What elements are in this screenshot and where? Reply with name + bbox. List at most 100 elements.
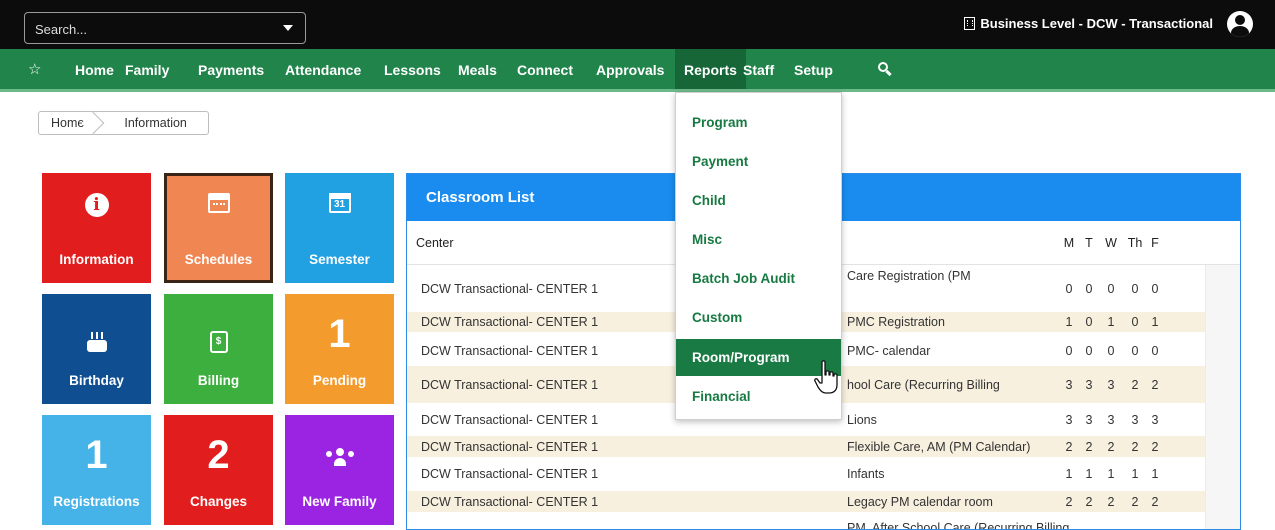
- nav-approvals[interactable]: Approvals: [596, 62, 664, 78]
- cell-m: 2: [1065, 495, 1073, 509]
- breadcrumb: Home Information: [38, 111, 209, 135]
- cell-w: 0: [1107, 282, 1115, 296]
- tile-label: Schedules: [184, 252, 253, 267]
- cell-f: 1: [1151, 467, 1159, 481]
- column-w[interactable]: W: [1104, 236, 1118, 250]
- table-row[interactable]: DCW Transactional- CENTER 1 Flexible Care…: [407, 436, 1206, 457]
- cell-room: PMC Registration: [847, 315, 945, 329]
- birthday-cake-icon: [86, 331, 108, 353]
- tile-label: Semester: [309, 252, 370, 267]
- tile-registrations[interactable]: 1 Registrations: [42, 415, 151, 525]
- column-th[interactable]: Th: [1126, 236, 1144, 250]
- cell-room: Legacy PM calendar room: [847, 495, 993, 509]
- nav-reports[interactable]: Reports: [675, 49, 746, 89]
- column-f[interactable]: F: [1148, 236, 1162, 250]
- cell-t: 0: [1085, 282, 1093, 296]
- cell-th: 1: [1131, 467, 1139, 481]
- business-level-selector[interactable]: Business Level - DCW - Transactional: [964, 16, 1213, 31]
- cell-m: 3: [1065, 413, 1073, 427]
- tile-changes[interactable]: 2 Changes: [164, 415, 273, 525]
- menu-item-payment[interactable]: Payment: [676, 143, 841, 180]
- cell-room: Flexible Care, AM (PM Calendar): [847, 440, 1031, 454]
- column-t[interactable]: T: [1082, 236, 1096, 250]
- cell-w: 3: [1107, 378, 1115, 392]
- business-level-label: Business Level - DCW - Transactional: [980, 16, 1213, 31]
- tile-label: New Family: [302, 494, 377, 509]
- cell-center: DCW Transactional- CENTER 1: [421, 467, 599, 481]
- search-box[interactable]: [24, 12, 306, 44]
- nav-staff[interactable]: Staff: [743, 62, 774, 78]
- cell-th: 2: [1131, 378, 1139, 392]
- cell-m: 1: [1065, 467, 1073, 481]
- cell-th: 3: [1131, 413, 1139, 427]
- changes-count: 2: [207, 433, 230, 477]
- cell-room: Care Registration (PM: [847, 269, 971, 283]
- tile-semester[interactable]: 31 Semester: [285, 173, 394, 283]
- cell-w: 0: [1107, 344, 1115, 358]
- cell-th: 0: [1131, 344, 1139, 358]
- cell-t: 3: [1085, 413, 1093, 427]
- chevron-down-icon[interactable]: [283, 25, 293, 31]
- cell-center: DCW Transactional- CENTER 1: [421, 282, 599, 296]
- cell-w: 1: [1107, 315, 1115, 329]
- nav-family[interactable]: Family: [125, 62, 169, 78]
- nav-payments[interactable]: Payments: [198, 62, 264, 78]
- search-input[interactable]: [35, 19, 275, 39]
- column-center[interactable]: Center: [416, 236, 454, 250]
- nav-lessons[interactable]: Lessons: [384, 62, 441, 78]
- calendar-day-icon: 31: [328, 193, 351, 213]
- cell-t: 2: [1085, 440, 1093, 454]
- menu-item-batch-job-audit[interactable]: Batch Job Audit: [676, 260, 841, 297]
- info-icon: i: [84, 193, 109, 217]
- cell-f: 2: [1151, 440, 1159, 454]
- nav-attendance[interactable]: Attendance: [285, 62, 361, 78]
- cell-t: 1: [1085, 467, 1093, 481]
- cell-room: hool Care (Recurring Billing: [847, 378, 1000, 392]
- search-icon[interactable]: [878, 62, 892, 78]
- column-m[interactable]: M: [1062, 236, 1076, 250]
- menu-item-custom[interactable]: Custom: [676, 299, 841, 336]
- registrations-count: 1: [85, 433, 108, 477]
- tile-information[interactable]: i Information: [42, 173, 151, 283]
- tile-new-family[interactable]: New Family: [285, 415, 394, 525]
- nav-connect[interactable]: Connect: [517, 62, 573, 78]
- nav-meals[interactable]: Meals: [458, 62, 497, 78]
- tile-label: Changes: [189, 494, 247, 509]
- cell-m: 0: [1065, 344, 1073, 358]
- tile-label: Birthday: [69, 373, 124, 388]
- cell-t: 2: [1085, 495, 1093, 509]
- nav-home[interactable]: Home: [75, 62, 114, 78]
- cell-center: DCW Transactional- CENTER 1: [421, 315, 599, 329]
- cell-th: 0: [1131, 282, 1139, 296]
- hand-pointer-cursor-icon: [814, 360, 838, 394]
- invoice-icon: $: [209, 331, 228, 353]
- table-row[interactable]: PM, After School Care (Recurring Billing: [407, 518, 1206, 530]
- cell-f: 2: [1151, 495, 1159, 509]
- menu-item-program[interactable]: Program: [676, 104, 841, 141]
- tile-billing[interactable]: $ Billing: [164, 294, 273, 404]
- cell-f: 0: [1151, 282, 1159, 296]
- cell-th: 2: [1131, 495, 1139, 509]
- cell-w: 1: [1107, 467, 1115, 481]
- main-nav: ☆ Home Family Payments Attendance Lesson…: [0, 49, 1275, 92]
- breadcrumb-home[interactable]: Home: [39, 112, 100, 134]
- table-scrollbar[interactable]: [1205, 265, 1240, 529]
- cell-m: 1: [1065, 315, 1073, 329]
- nav-setup[interactable]: Setup: [794, 62, 833, 78]
- building-icon: [964, 17, 976, 30]
- menu-item-child[interactable]: Child: [676, 182, 841, 219]
- cell-t: 0: [1085, 344, 1093, 358]
- user-avatar-icon[interactable]: [1227, 11, 1253, 37]
- table-row[interactable]: DCW Transactional- CENTER 1 Infants 1 1 1 1 1: [407, 463, 1206, 484]
- cell-f: 0: [1151, 344, 1159, 358]
- tile-schedules[interactable]: Schedules: [164, 173, 273, 283]
- cell-room: PM, After School Care (Recurring Billing: [847, 521, 1070, 530]
- table-row[interactable]: DCW Transactional- CENTER 1 Legacy PM cal…: [407, 491, 1206, 512]
- top-bar: Business Level - DCW - Transactional: [0, 0, 1275, 49]
- tile-birthday[interactable]: Birthday: [42, 294, 151, 404]
- menu-item-misc[interactable]: Misc: [676, 221, 841, 258]
- cell-room: Lions: [847, 413, 877, 427]
- cell-center: DCW Transactional- CENTER 1: [421, 413, 599, 427]
- tile-pending[interactable]: 1 Pending: [285, 294, 394, 404]
- star-icon[interactable]: ☆: [28, 60, 41, 78]
